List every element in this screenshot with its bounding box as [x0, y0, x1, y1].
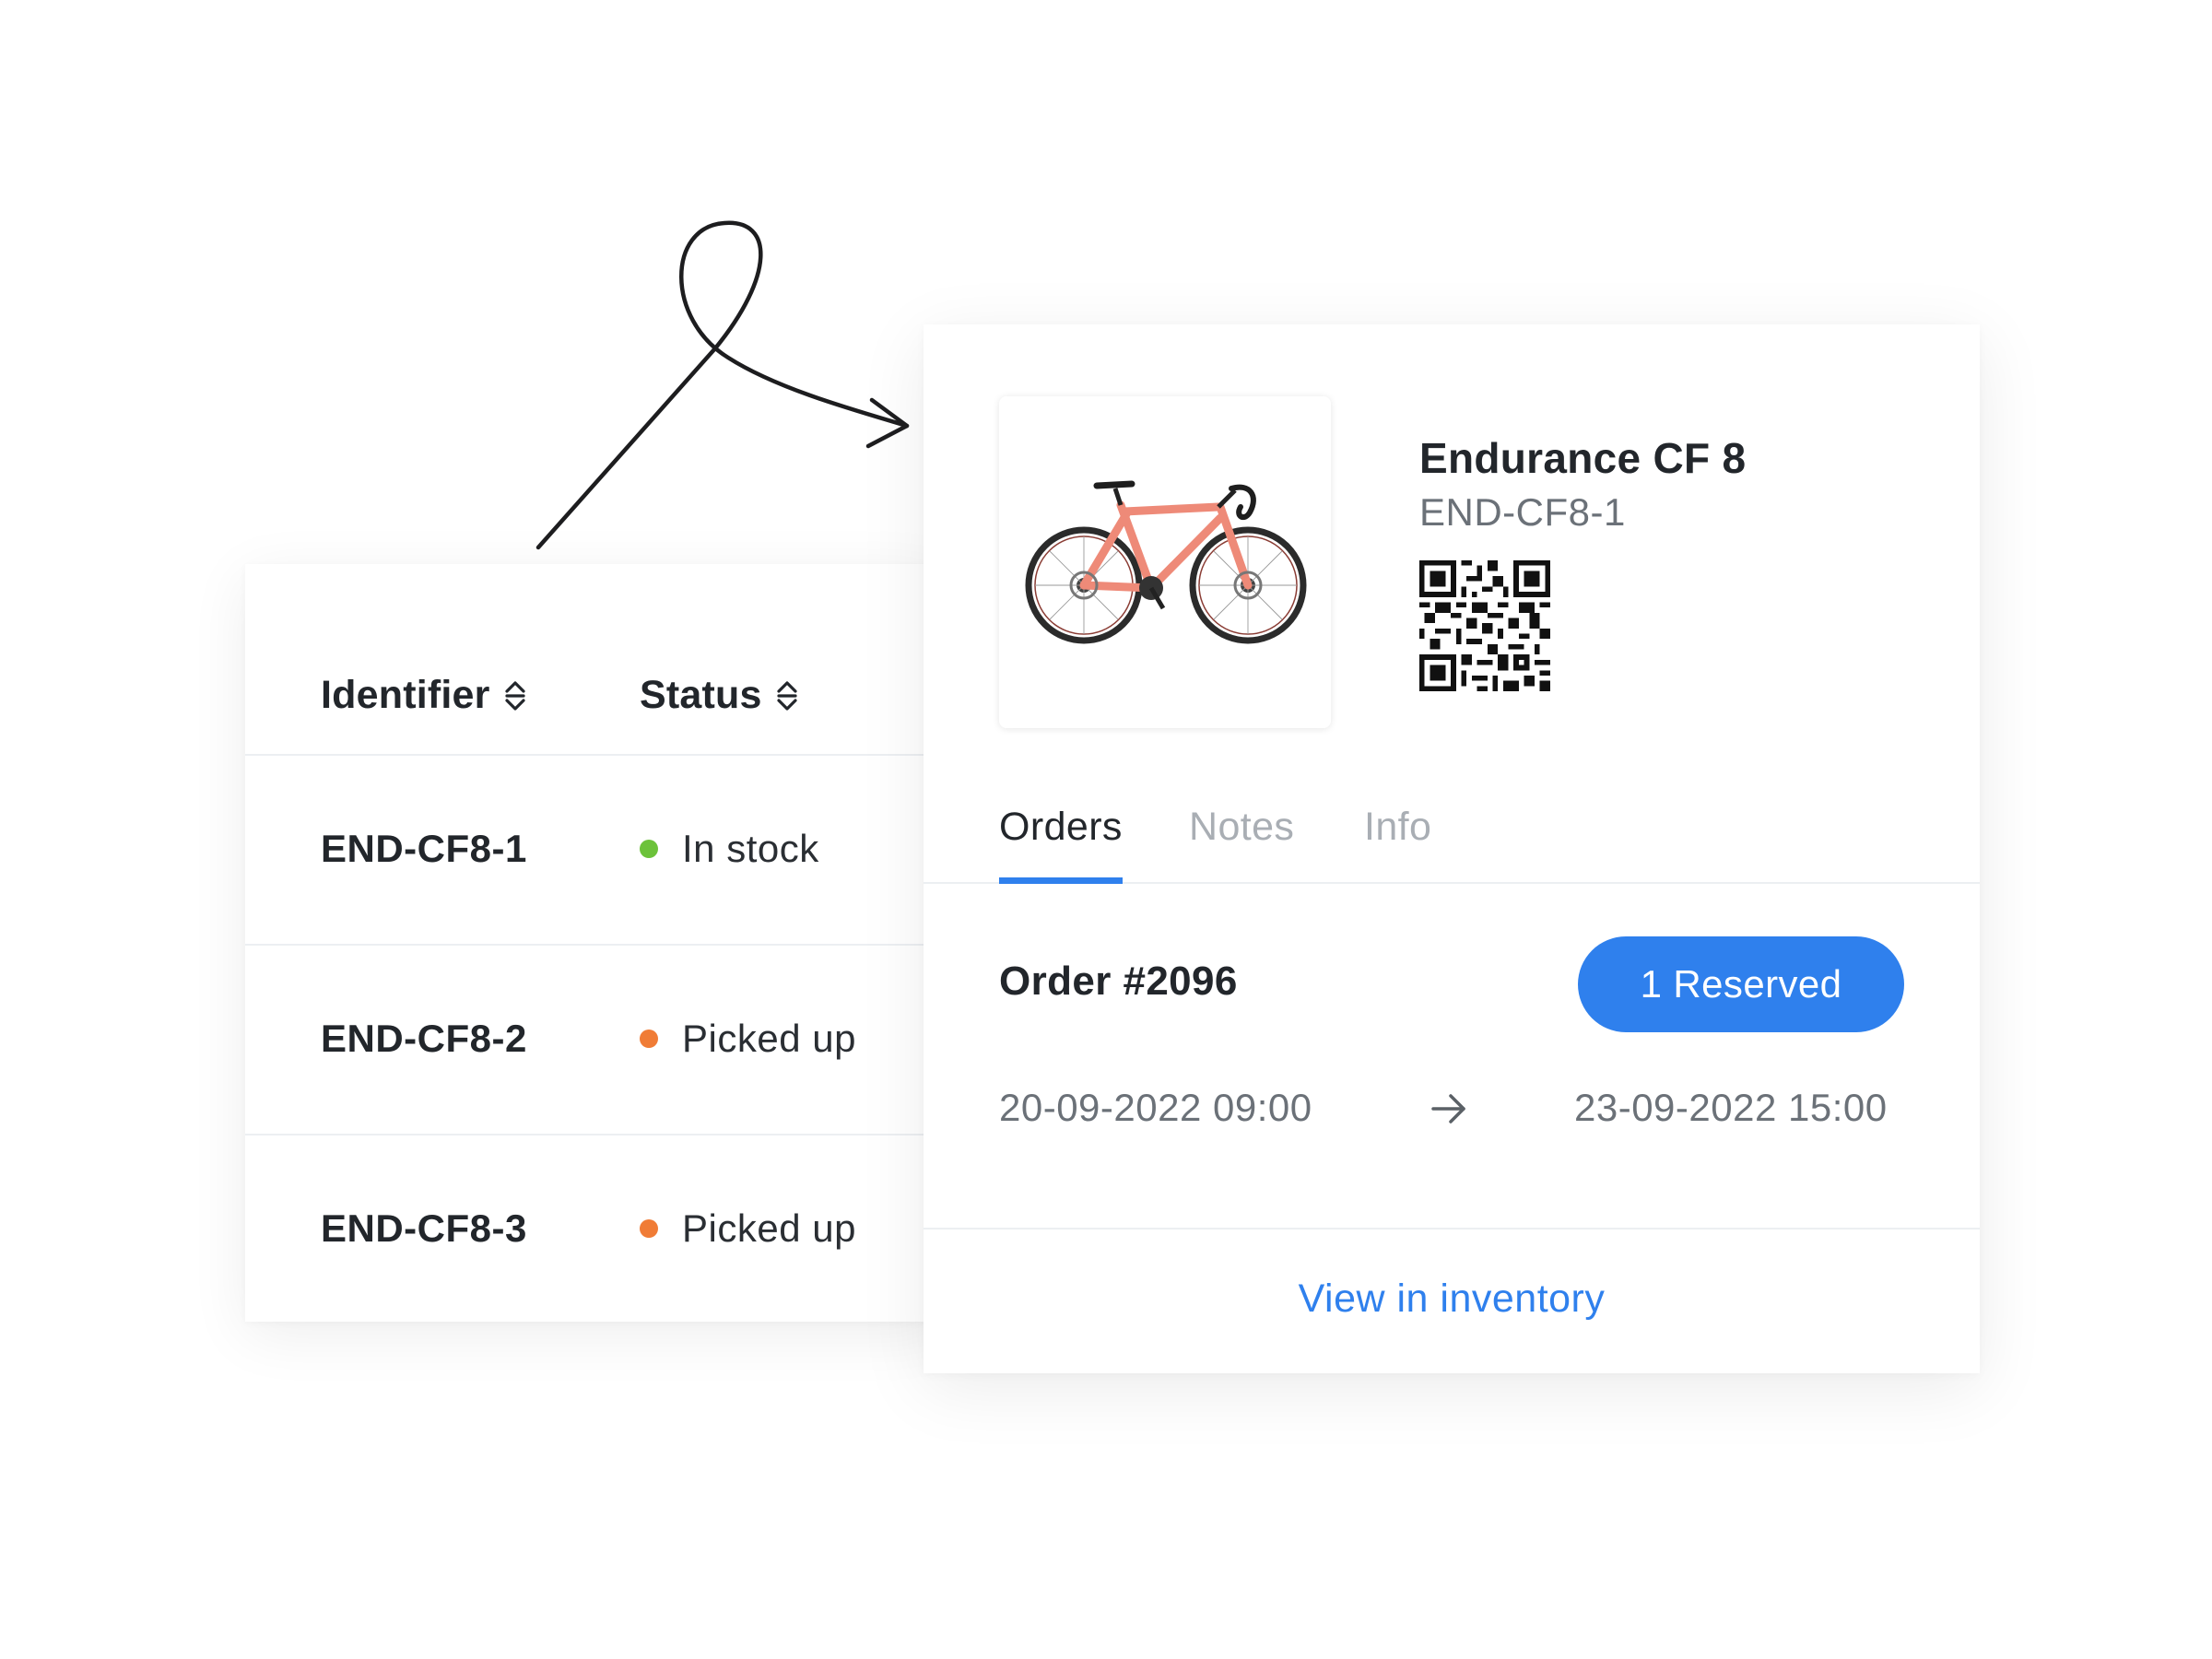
status-dot-icon [640, 840, 658, 858]
tab-notes-label: Notes [1189, 805, 1295, 849]
status-dot-icon [640, 1030, 658, 1048]
row-identifier: END-CF8-1 [321, 827, 527, 870]
order-start-date: 20-09-2022 09:00 [999, 1086, 1312, 1129]
detail-tabs: Orders Notes Info [924, 790, 1980, 884]
qr-code-icon[interactable] [1419, 560, 1550, 691]
sort-icon [777, 680, 797, 711]
row-status-label: Picked up [682, 1017, 856, 1060]
tab-info[interactable]: Info [1364, 790, 1431, 882]
column-header-identifier-label: Identifier [321, 673, 490, 717]
order-title[interactable]: Order #2096 [999, 959, 1238, 1005]
reserved-badge[interactable]: 1 Reserved [1578, 936, 1904, 1032]
status-dot-icon [640, 1219, 658, 1238]
table-row[interactable]: END-CF8-2 Picked up [245, 944, 946, 1135]
row-status-label: Picked up [682, 1206, 856, 1250]
panel-footer: View in inventory [924, 1228, 1980, 1375]
product-sku: END-CF8-1 [1419, 490, 1626, 534]
product-image [999, 396, 1331, 728]
table-row[interactable]: END-CF8-3 Picked up [245, 1134, 946, 1324]
item-detail-panel: Endurance CF 8 END-CF8-1 Orders Notes In… [924, 324, 1980, 1373]
order-end-date: 23-09-2022 15:00 [1574, 1086, 1888, 1129]
view-in-inventory-link[interactable]: View in inventory [1299, 1277, 1606, 1329]
column-header-status-label: Status [640, 673, 762, 717]
tab-orders[interactable]: Orders [999, 790, 1123, 884]
active-tab-indicator [999, 877, 1123, 884]
row-status-label: In stock [682, 827, 819, 870]
arrow-right-icon [1431, 1094, 1465, 1124]
column-header-identifier[interactable]: Identifier [321, 673, 527, 718]
row-status: Picked up [640, 944, 856, 1134]
inventory-table: Identifier Status END-CF8-1 In stock END… [245, 564, 946, 1322]
table-row[interactable]: END-CF8-1 In stock [245, 754, 946, 946]
row-status: In stock [640, 754, 819, 944]
tab-orders-label: Orders [999, 805, 1123, 849]
road-bike-icon [1025, 480, 1307, 644]
tab-info-label: Info [1364, 805, 1432, 849]
column-header-status[interactable]: Status [640, 673, 799, 718]
product-title: Endurance CF 8 [1419, 434, 1747, 482]
tab-notes[interactable]: Notes [1189, 790, 1294, 882]
row-status: Picked up [640, 1134, 856, 1324]
table-header: Identifier Status [245, 564, 946, 756]
row-identifier: END-CF8-2 [321, 1017, 527, 1060]
sort-icon [504, 680, 525, 711]
row-identifier: END-CF8-3 [321, 1206, 527, 1250]
